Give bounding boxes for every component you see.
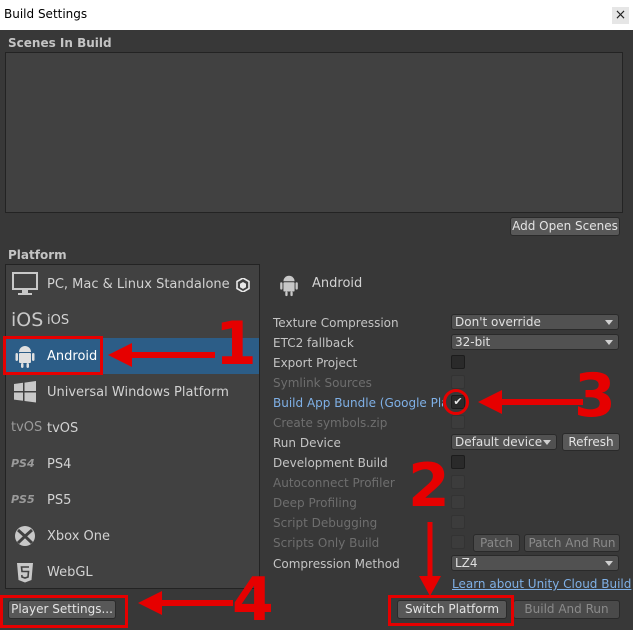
- autoconnect-profiler-label: Autoconnect Profiler: [273, 476, 395, 490]
- annotation-circle-checkbox: [443, 389, 469, 415]
- compression-method-label: Compression Method: [273, 557, 400, 571]
- build-app-bundle-label: Build App Bundle (Google Play): [273, 396, 443, 410]
- android-icon: [280, 275, 298, 297]
- compression-method-dropdown[interactable]: LZ4: [451, 555, 619, 571]
- symlink-sources-label: Symlink Sources: [273, 376, 372, 390]
- window-title: Build Settings: [4, 7, 88, 21]
- platform-item-ps4[interactable]: PS4 PS4: [6, 446, 259, 482]
- tvos-icon: tvOS: [11, 420, 43, 435]
- create-symbols-label: Create symbols.zip: [273, 416, 388, 430]
- annotation-number-2: 2: [408, 451, 450, 521]
- annotation-number-3: 3: [574, 361, 616, 431]
- unity-icon: [236, 278, 250, 292]
- platform-title: Android: [312, 276, 363, 291]
- dropdown-value: LZ4: [455, 556, 478, 570]
- dropdown-value: Default device: [455, 435, 543, 449]
- platform-label: Platform: [8, 248, 67, 262]
- development-build-checkbox[interactable]: [451, 455, 465, 469]
- platform-item-tvos[interactable]: tvOS tvOS: [6, 410, 259, 446]
- caret-down-icon: [605, 320, 613, 325]
- run-device-label: Run Device: [273, 436, 341, 450]
- export-project-label: Export Project: [273, 356, 358, 370]
- platform-item-webgl[interactable]: WebGL: [6, 554, 259, 588]
- windows-icon: [14, 381, 36, 403]
- platform-item-label: Universal Windows Platform: [47, 385, 229, 400]
- platform-item-label: PS4: [47, 457, 72, 472]
- platform-item-label: PC, Mac & Linux Standalone: [47, 277, 230, 292]
- symlink-sources-checkbox[interactable]: [451, 375, 465, 389]
- development-build-label: Development Build: [273, 456, 388, 470]
- platform-item-label: Xbox One: [47, 529, 111, 544]
- annotation-box-android: [3, 336, 103, 375]
- xbox-icon: [15, 526, 35, 546]
- annotation-box-switch-platform: [388, 595, 514, 626]
- run-device-dropdown[interactable]: Default device: [451, 434, 557, 450]
- refresh-button[interactable]: Refresh: [562, 433, 620, 451]
- platform-item-uwp[interactable]: Universal Windows Platform: [6, 374, 259, 410]
- platform-item-label: tvOS: [47, 421, 79, 436]
- annotation-number-1: 1: [215, 309, 257, 379]
- deep-profiling-label: Deep Profiling: [273, 496, 357, 510]
- html5-icon: [17, 563, 33, 583]
- patch-button[interactable]: Patch: [473, 534, 520, 552]
- title-bar: Build Settings ×: [0, 0, 633, 30]
- ps5-icon: PS5: [11, 493, 35, 506]
- scenes-in-build-label: Scenes In Build: [8, 36, 112, 50]
- ps4-icon: PS4: [11, 457, 35, 470]
- annotation-box-player-settings: [0, 595, 128, 628]
- build-and-run-button[interactable]: Build And Run: [513, 600, 620, 619]
- annotation-number-4: 4: [232, 565, 274, 630]
- platform-item-standalone[interactable]: PC, Mac & Linux Standalone: [6, 266, 259, 302]
- dropdown-value: 32-bit: [455, 335, 491, 349]
- platform-item-label: WebGL: [47, 565, 93, 580]
- platform-item-xbox-one[interactable]: Xbox One: [6, 518, 259, 554]
- dropdown-value: Don't override: [455, 315, 541, 329]
- cloud-build-link[interactable]: Learn about Unity Cloud Build: [452, 577, 631, 591]
- scripts-only-build-checkbox[interactable]: [451, 535, 465, 549]
- platform-item-label: PS5: [47, 493, 72, 508]
- etc2-fallback-dropdown[interactable]: 32-bit: [451, 334, 619, 350]
- close-icon[interactable]: ×: [612, 7, 629, 24]
- deep-profiling-checkbox[interactable]: [451, 495, 465, 509]
- texture-compression-dropdown[interactable]: Don't override: [451, 314, 619, 330]
- export-project-checkbox[interactable]: [451, 355, 465, 369]
- etc2-fallback-label: ETC2 fallback: [273, 336, 354, 350]
- platform-item-label: iOS: [47, 313, 70, 328]
- ios-icon: iOS: [11, 309, 44, 331]
- caret-down-icon: [543, 440, 551, 445]
- platform-item-ps5[interactable]: PS5 PS5: [6, 482, 259, 518]
- add-open-scenes-button[interactable]: Add Open Scenes: [510, 217, 620, 236]
- caret-down-icon: [605, 340, 613, 345]
- monitor-icon: [12, 272, 38, 295]
- autoconnect-profiler-checkbox[interactable]: [451, 475, 465, 489]
- caret-down-icon: [605, 561, 613, 566]
- scenes-list[interactable]: [5, 52, 623, 213]
- script-debugging-checkbox[interactable]: [451, 515, 465, 529]
- script-debugging-label: Script Debugging: [273, 516, 378, 530]
- texture-compression-label: Texture Compression: [273, 316, 399, 330]
- patch-and-run-button[interactable]: Patch And Run: [524, 534, 620, 552]
- scripts-only-build-label: Scripts Only Build: [273, 536, 380, 550]
- create-symbols-checkbox[interactable]: [451, 415, 465, 429]
